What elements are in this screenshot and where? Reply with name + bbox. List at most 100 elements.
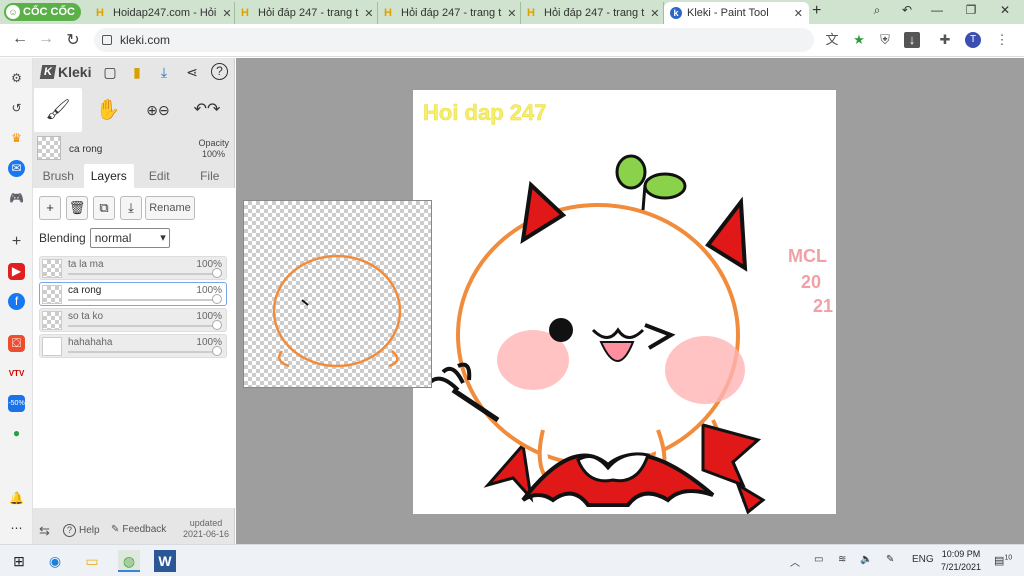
facebook-icon[interactable]: f: [8, 293, 25, 310]
tab-hoidap-4[interactable]: H Hỏi đáp 247 - trang t ✕: [521, 2, 664, 24]
layer-preview-canvas[interactable]: [243, 200, 432, 388]
profile-avatar[interactable]: T: [965, 32, 981, 48]
layer-row-selected[interactable]: ca rong 100%: [39, 282, 227, 306]
save-download-icon[interactable]: ⤓: [155, 63, 173, 81]
swap-panel-icon[interactable]: ⇆: [39, 523, 50, 539]
wifi-icon[interactable]: ≋: [838, 554, 846, 565]
lock-icon: [102, 35, 112, 45]
tab-kleki[interactable]: k Kleki - Paint Tool ✕: [664, 2, 809, 24]
main-canvas[interactable]: Hoi dap 247 MCL 20 21: [413, 90, 836, 515]
shopee-icon[interactable]: ⛋: [8, 335, 25, 352]
tab-edit[interactable]: Edit: [134, 164, 185, 188]
layer-row[interactable]: ta la ma 100%: [39, 256, 227, 280]
new-tab-button[interactable]: +: [812, 2, 821, 20]
back-button[interactable]: ←: [10, 30, 30, 48]
extensions-puzzle-icon[interactable]: ✚: [937, 32, 953, 48]
pen-icon[interactable]: ✎: [886, 554, 894, 565]
coccoc-taskbar-icon[interactable]: ◍: [118, 550, 140, 572]
reload-button[interactable]: ↻: [63, 30, 83, 50]
bookmark-star-icon[interactable]: ★: [851, 32, 867, 48]
layer-opacity-slider[interactable]: [68, 299, 218, 301]
layer-row[interactable]: so ta ko 100%: [39, 308, 227, 332]
coccoc-green-icon[interactable]: ●: [8, 425, 25, 442]
more-options-icon[interactable]: ⋯: [8, 520, 25, 537]
tab-hoidap-3[interactable]: H Hỏi đáp 247 - trang t ✕: [378, 2, 521, 24]
vtv-icon[interactable]: VTV: [8, 365, 25, 382]
layer-opacity-slider[interactable]: [68, 273, 218, 275]
open-file-icon[interactable]: ▮: [128, 63, 146, 81]
layer-opacity-knob[interactable]: [212, 346, 222, 356]
close-window-button[interactable]: ✕: [990, 3, 1020, 17]
duplicate-layer-button[interactable]: ⧉: [93, 196, 115, 220]
battery-icon[interactable]: ▭: [814, 554, 823, 565]
close-tab-icon[interactable]: ✕: [644, 7, 659, 20]
history-icon[interactable]: ↺: [8, 100, 25, 117]
shield-icon[interactable]: ⛨: [877, 32, 893, 48]
feedback-link[interactable]: ✎ Feedback: [111, 524, 166, 535]
address-bar-row: ← → ↻ kleki.com 文 ★ ⛨ ↓ ✚ T ⋮: [0, 24, 1024, 57]
new-file-icon[interactable]: ▢: [101, 63, 119, 81]
layer-opacity-slider[interactable]: [68, 351, 218, 353]
layer-thumb: [42, 337, 62, 356]
help-link[interactable]: ? Help: [63, 524, 100, 537]
layer-opacity-knob[interactable]: [212, 268, 222, 278]
close-tab-icon[interactable]: ✕: [501, 7, 516, 20]
layer-row[interactable]: hahahaha 100%: [39, 334, 227, 358]
undo-redo-icon[interactable]: ↶↷: [183, 88, 231, 132]
blending-select[interactable]: normal: [89, 228, 170, 248]
maximize-button[interactable]: ❐: [956, 3, 986, 17]
tab-hoidap-2[interactable]: H Hỏi đáp 247 - trang t ✕: [235, 2, 378, 24]
deal-icon[interactable]: -50%: [8, 395, 25, 412]
rename-layer-button[interactable]: Rename: [145, 196, 195, 220]
forward-button[interactable]: →: [36, 30, 56, 48]
minimize-button[interactable]: —: [922, 3, 952, 17]
tab-file[interactable]: File: [185, 164, 236, 188]
layer-opacity-slider[interactable]: [68, 325, 218, 327]
edge-browser-icon[interactable]: ◉: [44, 550, 66, 572]
file-explorer-icon[interactable]: ▭: [81, 550, 103, 572]
help-icon[interactable]: ?: [211, 63, 228, 80]
address-input[interactable]: kleki.com: [94, 28, 814, 52]
word-icon[interactable]: W: [154, 550, 176, 572]
tab-brush[interactable]: Brush: [33, 164, 84, 188]
tab-search-icon[interactable]: ⌕: [862, 3, 892, 18]
hand-tool-icon[interactable]: ✋: [85, 88, 131, 132]
tray-overflow-icon[interactable]: ︿: [790, 554, 800, 569]
brush-tool-icon[interactable]: 🖌: [34, 88, 82, 132]
windows-start-icon[interactable]: ⊞: [8, 550, 30, 572]
merge-layer-button[interactable]: ⤓: [120, 196, 142, 220]
close-tab-icon[interactable]: ✕: [358, 7, 373, 20]
layer-opacity-knob[interactable]: [212, 294, 222, 304]
zoom-in-out-icon[interactable]: ⊕⊖: [135, 88, 181, 132]
close-tab-icon[interactable]: ✕: [788, 7, 803, 20]
watermark-text: Hoi dap 247: [423, 100, 546, 125]
notification-count: 10: [1004, 554, 1013, 562]
translate-icon[interactable]: 文: [824, 32, 840, 48]
add-layer-button[interactable]: +: [39, 196, 61, 220]
coccoc-logo[interactable]: ☺ CỐC CỐC: [4, 3, 81, 21]
tab-hoidap-1[interactable]: H Hoidap247.com - Hỏi ✕: [90, 2, 235, 24]
settings-gear-icon[interactable]: ⚙: [8, 70, 25, 87]
share-icon[interactable]: ⋖: [183, 63, 201, 81]
add-sidebar-icon[interactable]: +: [8, 233, 25, 250]
youtube-icon[interactable]: ▶: [8, 263, 25, 280]
layer-opacity-knob[interactable]: [212, 320, 222, 330]
volume-icon[interactable]: 🔈: [860, 554, 872, 565]
taskbar-clock[interactable]: 10:09 PM 7/21/2021: [936, 548, 986, 574]
download-icon[interactable]: ↓: [904, 32, 920, 48]
notification-center-icon[interactable]: ▤10: [994, 554, 1012, 567]
menu-dots-icon[interactable]: ⋮: [994, 32, 1010, 48]
messenger-icon[interactable]: ✉: [8, 160, 25, 177]
game-controller-icon[interactable]: 🎮: [8, 190, 25, 207]
drawing-workspace[interactable]: Hoi dap 247 MCL 20 21: [236, 58, 1024, 544]
coccoc-logo-text: CỐC CỐC: [23, 6, 75, 18]
help-circle-icon: ?: [63, 524, 76, 537]
delete-layer-button[interactable]: 🗑: [66, 196, 88, 220]
layers-panel: + 🗑 ⧉ ⤓ Rename Blending normal ta la ma …: [33, 188, 235, 508]
back-arrow-icon[interactable]: ↶: [892, 3, 922, 17]
close-tab-icon[interactable]: ✕: [216, 7, 231, 20]
language-indicator[interactable]: ENG: [912, 554, 934, 565]
notification-bell-icon[interactable]: 🔔: [8, 490, 25, 507]
crown-icon[interactable]: ♛: [8, 130, 25, 147]
tab-layers[interactable]: Layers: [83, 164, 134, 188]
